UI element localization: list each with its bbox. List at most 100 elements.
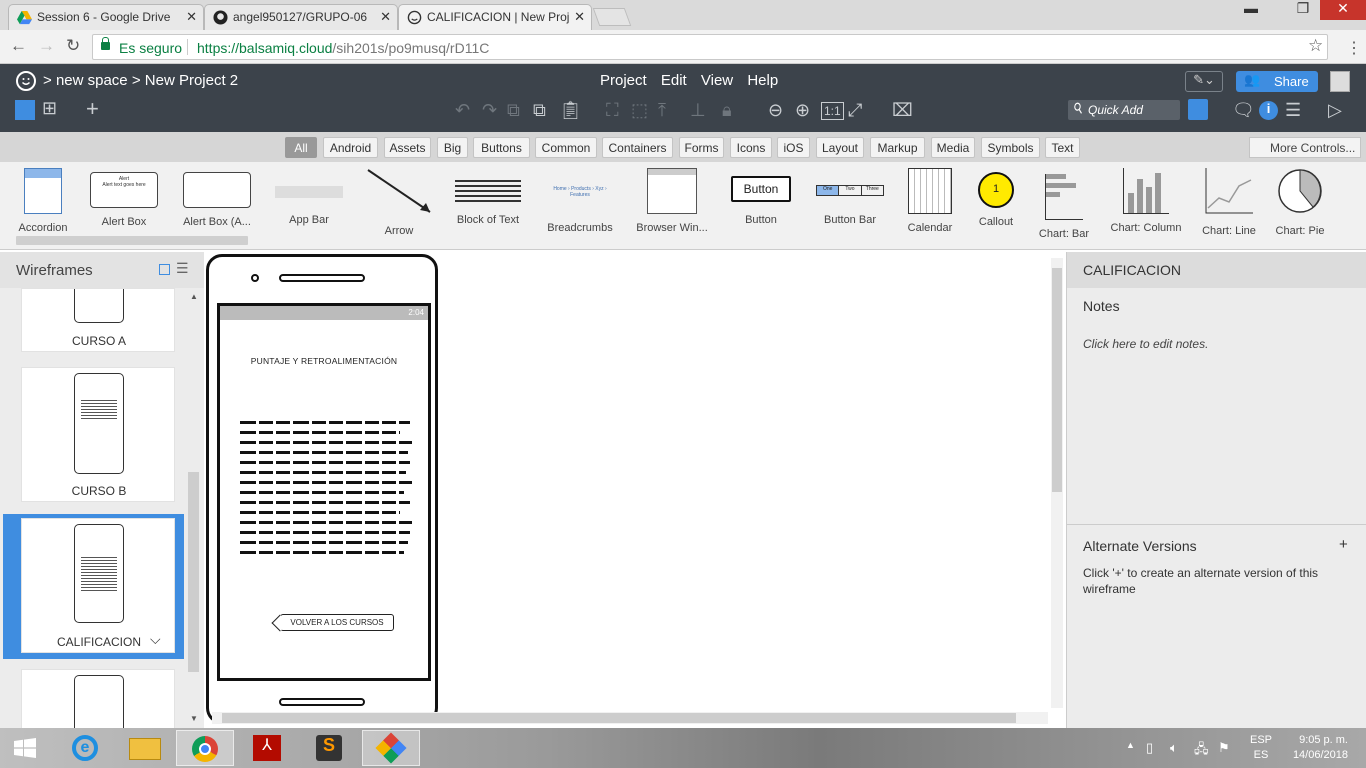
category-common[interactable]: Common [535,137,597,158]
category-media[interactable]: Media [931,137,975,158]
bookmark-star-icon[interactable]: ☆ [1308,36,1323,56]
lock-icon[interactable]: 🔒︎ [722,100,732,121]
wireframe-item[interactable] [21,669,175,729]
control-app-bar[interactable]: App Bar [263,168,355,226]
page-title[interactable]: PUNTAJE Y RETROALIMENTACIÓN [220,356,428,366]
volume-icon[interactable]: 🔈︎ [1170,740,1178,756]
close-tab-icon[interactable]: ✕ [574,9,585,25]
wireframe-item[interactable]: CURSO B [21,367,175,502]
phone-mockup[interactable]: 2:04 PUNTAJE Y RETROALIMENTACIÓN VOLVER … [206,254,438,724]
wireframe-item-selected[interactable]: CALIFICACION ⌵ [21,518,175,653]
wireframes-scrollbar[interactable] [188,472,199,672]
comments-icon[interactable]: 🗨︎ [1232,100,1255,121]
close-tab-icon[interactable]: ✕ [186,9,197,25]
back-icon[interactable]: ← [10,36,27,56]
copy-icon[interactable]: ⧉ [507,100,520,121]
scroll-down-icon[interactable]: ▼ [190,714,198,723]
add-wireframe-icon[interactable]: + [86,96,99,122]
actual-size-icon[interactable]: 1:1 [821,102,844,120]
app-launcher-icon[interactable] [362,730,420,766]
wireframe-canvas[interactable]: 2:04 PUNTAJE Y RETROALIMENTACIÓN VOLVER … [204,252,1066,728]
internet-explorer-icon[interactable]: e [56,730,114,766]
grid-view-icon[interactable]: ⊞ [42,98,57,119]
zoom-in-icon[interactable]: ⊕ [795,100,810,121]
single-view-icon[interactable] [15,100,35,120]
file-explorer-icon[interactable] [116,730,174,766]
url-text[interactable]: https://balsamiq.cloud/sih201s/po9musq/r… [197,40,489,56]
tab-google-drive[interactable]: Session 6 - Google Drive ✕ [8,4,204,30]
acrobat-icon[interactable]: ⅄ [238,730,296,766]
category-all[interactable]: All [285,137,317,158]
distribute-icon[interactable]: ⊥ [690,100,706,121]
category-big[interactable]: Big [437,137,468,158]
fullscreen-icon[interactable]: ⤢ [848,100,862,121]
control-chart-bar[interactable]: Chart: Bar [1018,168,1110,240]
category-ios[interactable]: iOS [777,137,810,158]
language-indicator[interactable]: ESP ES [1250,733,1272,763]
tab-github[interactable]: angel950127/GRUPO-06 ✕ [204,4,398,30]
sublime-text-icon[interactable]: S [300,730,358,766]
system-clock[interactable]: 9:05 p. m. 14/06/2018 [1284,733,1348,763]
chrome-icon[interactable] [176,730,234,766]
chevron-down-icon[interactable]: ⌵ [150,631,161,648]
new-tab-button[interactable] [592,8,632,26]
add-alternate-button[interactable]: + [1339,536,1348,553]
control-chart-pie[interactable]: Chart: Pie [1254,168,1346,237]
scroll-up-icon[interactable]: ▲ [190,292,198,301]
reload-icon[interactable]: ↻ [66,36,80,56]
control-button-bar[interactable]: One Two Three Button Bar [804,168,896,226]
controls-scrollbar[interactable] [16,236,248,245]
control-chart-column[interactable]: Chart: Column [1100,168,1192,234]
category-buttons[interactable]: Buttons [473,137,530,158]
category-forms[interactable]: Forms [679,137,724,158]
category-containers[interactable]: Containers [602,137,673,158]
category-layout[interactable]: Layout [816,137,864,158]
user-avatar[interactable] [1330,71,1350,92]
balsamiq-logo-icon[interactable] [16,71,36,91]
edit-mode-button[interactable]: ✎⌄ [1185,71,1223,92]
menu-view[interactable]: View [701,72,733,89]
menu-help[interactable]: Help [747,72,778,89]
properties-icon[interactable]: ☰ [1285,100,1301,121]
address-bar[interactable]: Es seguro https://balsamiq.cloud/sih201s… [92,34,1328,60]
control-alert-box[interactable]: Alert Alert text goes here Alert Box [78,168,170,228]
menu-edit[interactable]: Edit [661,72,687,89]
delete-icon[interactable]: ⌧ [892,100,913,121]
browser-menu-icon[interactable]: ⋮ [1346,38,1362,58]
menu-project[interactable]: Project [600,72,647,89]
category-symbols[interactable]: Symbols [981,137,1040,158]
present-icon[interactable]: ▷ [1328,100,1342,121]
canvas-horizontal-scrollbar[interactable] [222,713,1016,723]
category-icons[interactable]: Icons [730,137,772,158]
canvas-vertical-scrollbar[interactable] [1052,268,1062,492]
wireframe-item[interactable]: CURSO A [21,288,175,352]
share-button[interactable]: Share [1236,71,1318,92]
group-icon[interactable]: ⛶ [606,100,619,121]
control-breadcrumbs[interactable]: Home › Products › Xyz › Features Breadcr… [534,168,626,234]
breadcrumb-space[interactable]: new space [56,72,128,89]
redo-icon[interactable]: ↷ [482,100,497,121]
battery-icon[interactable]: ▯ [1146,740,1153,756]
category-text[interactable]: Text [1045,137,1080,158]
category-assets[interactable]: Assets [384,137,431,158]
thumbnail-view-icon[interactable] [159,264,170,275]
maximize-window-button[interactable]: ❐ [1288,0,1318,20]
close-window-button[interactable]: ✕ [1320,0,1366,20]
clone-icon[interactable]: ⧉ [533,100,546,121]
breadcrumb-project[interactable]: New Project 2 [145,72,238,89]
paste-icon[interactable]: 📋︎ [559,100,582,121]
ungroup-icon[interactable]: ⬚ [631,100,648,121]
undo-icon[interactable]: ↶ [455,100,470,121]
control-browser-window[interactable]: Browser Win... [626,168,718,234]
more-controls-button[interactable]: More Controls... [1249,137,1361,158]
control-alert-box-android[interactable]: Alert Box (A... [171,168,263,228]
close-tab-icon[interactable]: ✕ [380,9,391,25]
notes-field[interactable]: Click here to edit notes. [1083,337,1208,351]
quick-add-input[interactable]: Quick Add [1068,100,1180,120]
action-center-icon[interactable]: ⚑ [1218,740,1230,756]
forward-icon[interactable]: → [38,36,55,56]
network-icon[interactable]: 🖧︎ [1194,740,1209,762]
tray-expand-icon[interactable]: ▲ [1126,740,1135,750]
zoom-out-icon[interactable]: ⊖ [768,100,783,121]
list-view-icon[interactable]: ☰ [176,260,189,277]
